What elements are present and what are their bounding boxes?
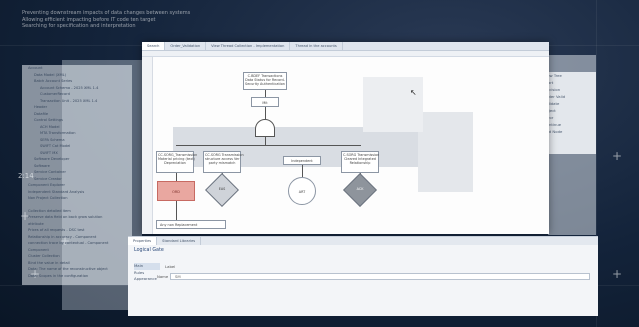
connector [265,137,266,145]
tagline-line: Searching for specification and interpre… [22,23,136,29]
plus-icon: + [612,267,623,281]
connector [176,145,361,146]
tool-palette[interactable] [142,57,153,234]
swimlane-block [418,112,473,192]
connector [176,173,177,181]
tab-view-thread[interactable]: View Thread Collection - Implementation [206,42,291,50]
properties-title: Logical Gate [134,248,164,253]
name-field-label: Name [157,274,169,279]
tagline: Preventing downstream impacts of data ch… [22,10,212,30]
swimlane-block [363,77,423,132]
mouse-cursor-icon: ↖ [410,88,417,97]
logic-gate-icon[interactable] [255,119,275,137]
tagline-line: Preventing downstream impacts of data ch… [22,10,191,16]
diagram-editor: Search Order_Validation View Thread Coll… [142,42,549,234]
editor-tabbar: Search Order_Validation View Thread Coll… [142,42,549,51]
flow-node-branch-3[interactable]: Independent [283,156,321,165]
flow-node-circle[interactable]: ART [288,177,316,205]
connector [265,107,266,119]
connector [302,165,303,177]
flow-node-start[interactable]: C.BDEF Transactions Data Status for Reco… [243,72,287,90]
decision-label: EAS [218,187,226,191]
flow-node-branch-1[interactable]: CC.SORG_Transmission Material pricing (t… [156,151,197,173]
name-field[interactable]: SM [170,273,590,280]
flow-node-highlighted[interactable]: ORD [157,181,195,201]
connector [265,90,266,97]
decision-label: ACK [356,187,364,191]
tab-thread-accounts[interactable]: Thread in the accounts [290,42,343,50]
connector [176,201,177,221]
plus-icon: + [612,149,623,163]
flow-node-subprocess[interactable]: Any non Replacement [156,220,226,229]
explorer-footer-item: Data: Scopes in the configuration [28,273,89,278]
tab-standard-libraries[interactable]: Standard Libraries [157,237,202,245]
properties-sections: Main Rules Appearance [134,263,160,283]
properties-panel: Properties Standard Libraries Logical Ga… [128,236,598,316]
tab-search[interactable]: Search [142,42,166,50]
flow-node-branch-4[interactable]: C.SORG Transmission Cleared Integrated R… [341,151,379,173]
diagram-canvas[interactable]: C.BDEF Transactions Data Status for Reco… [153,57,549,234]
label-heading: Label [165,264,176,269]
flow-node-branch-2[interactable]: CC.SORG Transmission structure access Ve… [203,151,244,173]
flow-node-mit[interactable]: Mit [251,97,279,107]
tab-properties[interactable]: Properties [128,237,158,245]
tab-order-validation[interactable]: Order_Validation [165,42,207,50]
project-explorer: Account Data Model (XML) Batch Account S… [22,65,132,285]
properties-tabbar: Properties Standard Libraries [128,237,598,245]
